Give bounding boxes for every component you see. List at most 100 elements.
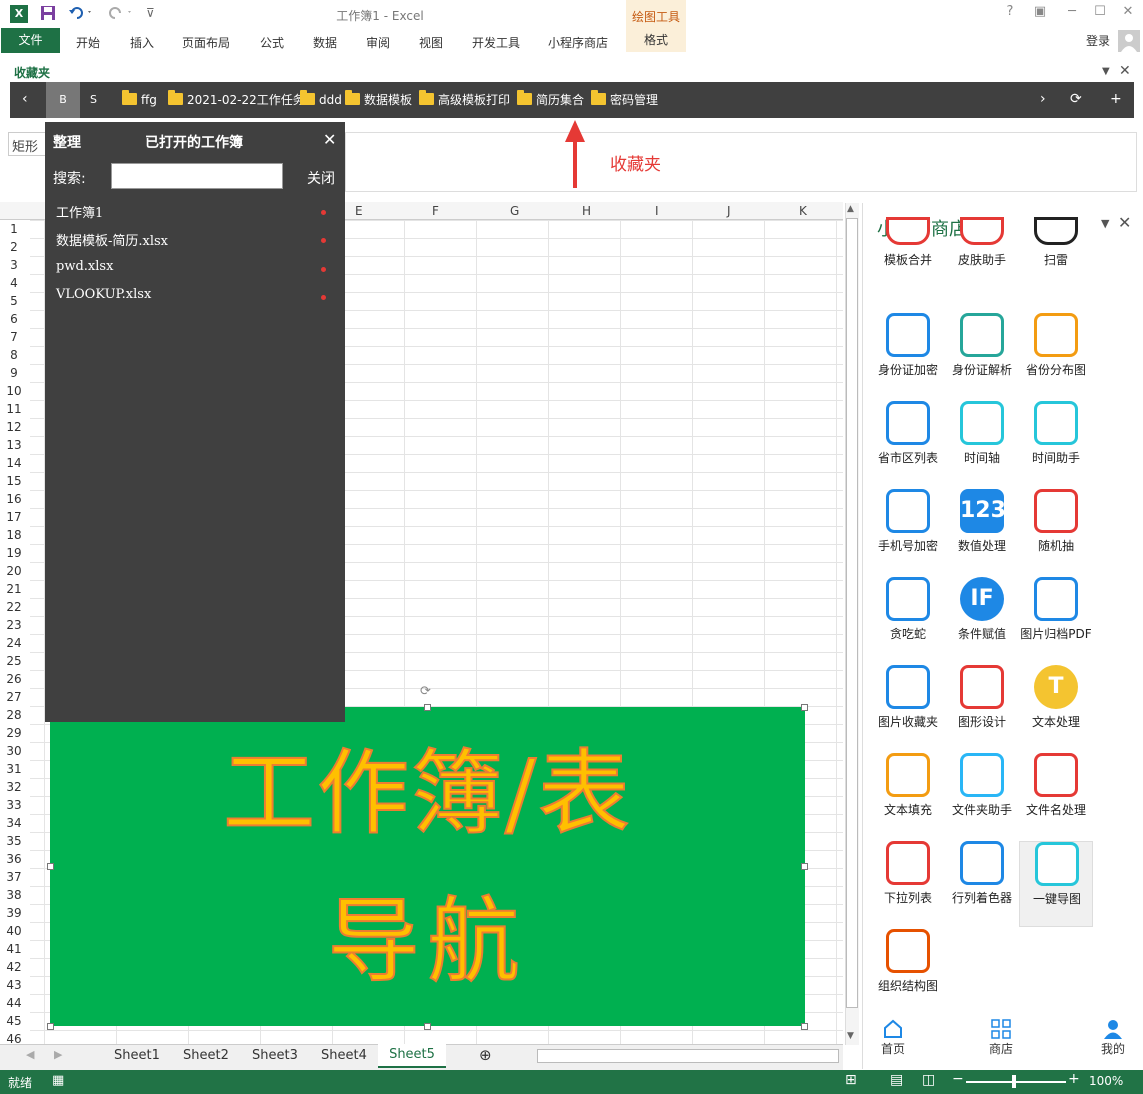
favorites-next-icon[interactable]: › — [1040, 91, 1046, 107]
app-tile[interactable]: 随机抽 — [1019, 489, 1093, 575]
favorite-folder[interactable]: 高级模板打印 — [419, 90, 510, 107]
resize-handle[interactable] — [424, 1023, 431, 1030]
row-header[interactable]: 41 — [0, 942, 28, 956]
row-header[interactable]: 33 — [0, 798, 28, 812]
avatar[interactable] — [1118, 30, 1140, 52]
row-header[interactable]: 18 — [0, 528, 28, 542]
favorite-folder[interactable]: ddd — [300, 90, 342, 107]
column-header[interactable]: I — [655, 204, 659, 218]
page-break-icon[interactable]: ◫ — [922, 1072, 935, 1088]
row-header[interactable]: 27 — [0, 690, 28, 704]
tab-page-layout[interactable]: 页面布局 — [182, 34, 230, 51]
row-header[interactable]: 19 — [0, 546, 28, 560]
workbook-item[interactable]: 工作簿1 — [56, 202, 103, 221]
row-header[interactable]: 12 — [0, 420, 28, 434]
close-button[interactable]: 关闭 — [307, 168, 335, 188]
app-tile[interactable]: 省市区列表 — [871, 401, 945, 487]
workbook-item[interactable]: pwd.xlsx — [56, 259, 113, 274]
row-header[interactable]: 4 — [0, 276, 28, 290]
favorite-folder[interactable]: 密码管理 — [591, 90, 658, 107]
row-header[interactable]: 13 — [0, 438, 28, 452]
nav-mine[interactable]: 我的 — [1083, 1018, 1143, 1057]
row-header[interactable]: 6 — [0, 312, 28, 326]
favorite-folder[interactable]: 2021-02-22工作任务 — [168, 90, 305, 107]
resize-handle[interactable] — [424, 704, 431, 711]
sheet-next-icon[interactable]: ▶ — [54, 1048, 62, 1061]
column-header[interactable]: E — [355, 204, 363, 218]
tab-formulas[interactable]: 公式 — [260, 34, 284, 51]
close-icon[interactable]: ✕ — [323, 130, 336, 149]
help-icon[interactable]: ? — [1000, 4, 1020, 22]
workbook-item[interactable]: VLOOKUP.xlsx — [56, 287, 151, 302]
row-header[interactable]: 28 — [0, 708, 28, 722]
zoom-in-icon[interactable]: + — [1068, 1071, 1080, 1087]
ribbon-display-icon[interactable]: ▣ — [1030, 4, 1050, 22]
row-header[interactable]: 24 — [0, 636, 28, 650]
tab-view[interactable]: 视图 — [419, 34, 443, 51]
navigation-shape[interactable]: 工作簿/表 导航 — [50, 707, 805, 1026]
column-header[interactable]: G — [510, 204, 519, 218]
app-tile[interactable]: 文本填充 — [871, 753, 945, 839]
horizontal-scrollbar[interactable] — [537, 1049, 839, 1063]
app-tile[interactable]: 123 数值处理 — [945, 489, 1019, 575]
sheet-prev-icon[interactable]: ◀ — [26, 1048, 34, 1061]
app-tile[interactable]: 扫雷 — [1019, 217, 1093, 289]
zoom-slider[interactable] — [966, 1081, 1066, 1083]
row-header[interactable]: 31 — [0, 762, 28, 776]
row-header[interactable]: 2 — [0, 240, 28, 254]
row-header[interactable]: 23 — [0, 618, 28, 632]
row-header[interactable]: 34 — [0, 816, 28, 830]
row-header[interactable]: 8 — [0, 348, 28, 362]
tab-format[interactable]: 格式 — [626, 28, 686, 52]
row-header[interactable]: 5 — [0, 294, 28, 308]
workbook-item[interactable]: 数据模板-简历.xlsx — [56, 230, 168, 249]
app-tile[interactable]: 图片归档PDF — [1019, 577, 1093, 663]
app-tile[interactable]: 手机号加密 — [871, 489, 945, 575]
normal-view-icon[interactable]: ⊞ — [845, 1072, 857, 1088]
column-header[interactable]: H — [582, 204, 591, 218]
resize-handle[interactable] — [801, 704, 808, 711]
app-tile[interactable]: 皮肤助手 — [945, 217, 1019, 289]
resize-handle[interactable] — [801, 863, 808, 870]
restore-button[interactable]: ☐ — [1090, 4, 1110, 22]
row-header[interactable]: 45 — [0, 1014, 28, 1028]
refresh-icon[interactable]: ⟳ — [1070, 91, 1082, 107]
app-tile[interactable]: 图形设计 — [945, 665, 1019, 751]
store-close-icon[interactable]: ✕ — [1118, 213, 1131, 232]
resize-handle[interactable] — [801, 1023, 808, 1030]
favorite-folder[interactable]: ffg — [122, 90, 157, 107]
zoom-out-icon[interactable]: − — [952, 1071, 964, 1087]
row-header[interactable]: 14 — [0, 456, 28, 470]
row-header[interactable]: 37 — [0, 870, 28, 884]
zoom-level[interactable]: 100% — [1089, 1074, 1123, 1088]
row-header[interactable]: 26 — [0, 672, 28, 686]
app-tile[interactable]: 身份证解析 — [945, 313, 1019, 399]
row-header[interactable]: 42 — [0, 960, 28, 974]
row-header[interactable]: 22 — [0, 600, 28, 614]
tab-developer[interactable]: 开发工具 — [472, 34, 520, 51]
tab-mini-store[interactable]: 小程序商店 — [548, 34, 608, 51]
zoom-slider-thumb[interactable] — [1012, 1075, 1016, 1088]
row-header[interactable]: 20 — [0, 564, 28, 578]
app-tile[interactable]: IF 条件赋值 — [945, 577, 1019, 663]
add-sheet-icon[interactable]: ⊕ — [479, 1046, 492, 1064]
row-header[interactable]: 10 — [0, 384, 28, 398]
row-header[interactable]: 38 — [0, 888, 28, 902]
add-icon[interactable]: + — [1110, 91, 1122, 107]
store-options-icon[interactable]: ▼ — [1101, 217, 1109, 230]
resize-handle[interactable] — [47, 863, 54, 870]
tab-review[interactable]: 审阅 — [366, 34, 390, 51]
scroll-thumb[interactable] — [846, 218, 858, 1008]
row-header[interactable]: 9 — [0, 366, 28, 380]
macro-record-icon[interactable]: ▦ — [52, 1073, 64, 1088]
nav-store[interactable]: 商店 — [971, 1018, 1031, 1057]
column-header[interactable]: J — [727, 204, 731, 218]
app-tile[interactable]: 身份证加密 — [871, 313, 945, 399]
sheet-tab[interactable]: Sheet4 — [321, 1048, 367, 1063]
app-tile[interactable]: 图片收藏夹 — [871, 665, 945, 751]
app-tile[interactable]: 文件名处理 — [1019, 753, 1093, 839]
row-header[interactable]: 44 — [0, 996, 28, 1010]
app-tile[interactable]: 文件夹助手 — [945, 753, 1019, 839]
row-header[interactable]: 29 — [0, 726, 28, 740]
organize-button[interactable]: 整理 — [53, 132, 81, 152]
